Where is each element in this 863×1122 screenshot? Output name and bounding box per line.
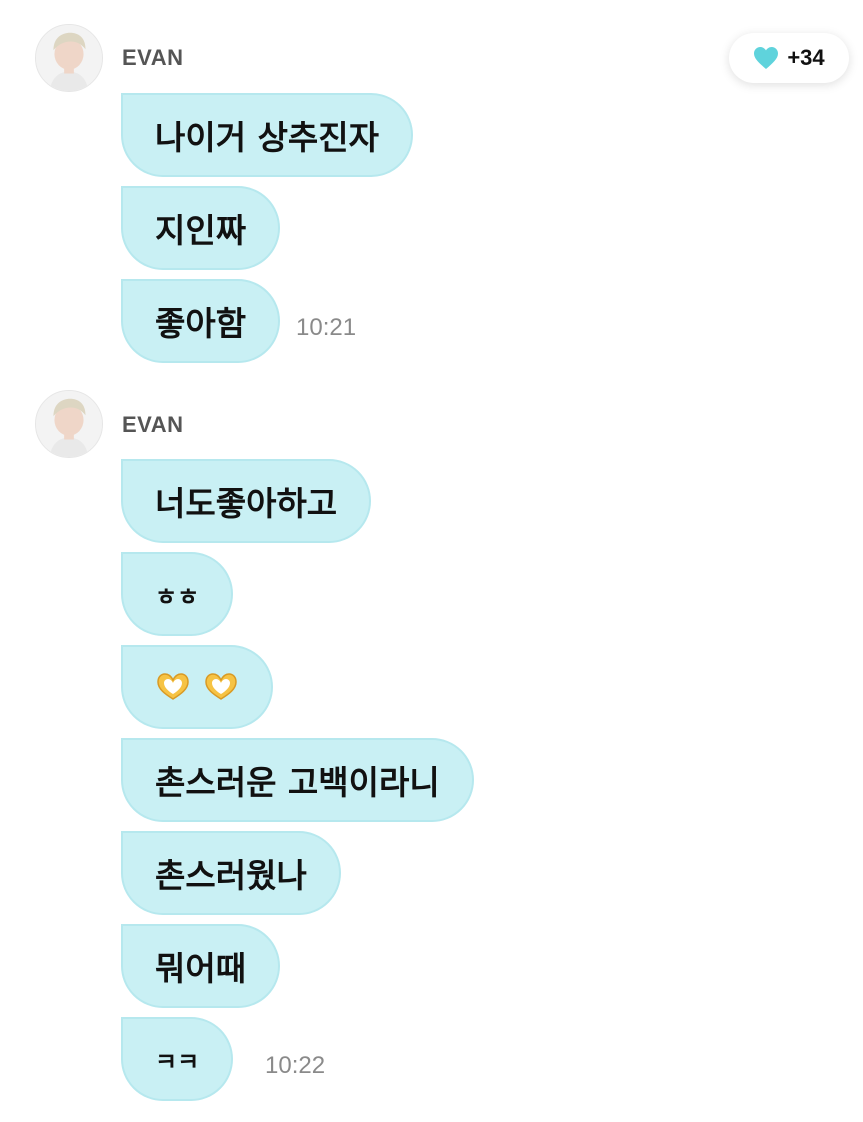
message-bubble[interactable]: 지인짜	[121, 186, 281, 270]
message-bubble[interactable]: 촌스러웠나	[121, 831, 341, 915]
avatar-image	[36, 25, 102, 91]
reaction-count-button[interactable]: +34	[729, 33, 849, 83]
sender-name: EVAN	[122, 412, 184, 437]
heart-icon	[754, 47, 779, 69]
message-bubble[interactable]: 뭐어때	[121, 924, 281, 1008]
avatar[interactable]	[35, 390, 103, 458]
heart-hands-emoji	[205, 673, 237, 700]
message-bubble[interactable]: ㅎㅎ	[121, 552, 234, 636]
avatar-image	[36, 391, 102, 457]
reaction-count: +34	[787, 45, 825, 70]
message-bubble[interactable]: 좋아함	[121, 279, 281, 363]
message-timestamp: 10:22	[265, 1052, 326, 1079]
sender-name: EVAN	[122, 45, 184, 70]
message-bubble-emoji[interactable]	[121, 645, 273, 729]
message-bubble[interactable]: ㅋㅋ	[121, 1017, 234, 1101]
message-timestamp: 10:21	[296, 314, 357, 341]
message-bubble[interactable]: 촌스러운 고백이라니	[121, 738, 474, 822]
message-bubble[interactable]: 너도좋아하고	[121, 459, 372, 543]
avatar[interactable]	[35, 24, 103, 92]
chat-screen: +34 EVAN 나이거 상추진자 지인짜 좋아함 10:21 EVAN 너도좋…	[0, 0, 863, 1122]
heart-hands-emoji	[157, 673, 189, 700]
message-bubble[interactable]: 나이거 상추진자	[121, 93, 414, 177]
